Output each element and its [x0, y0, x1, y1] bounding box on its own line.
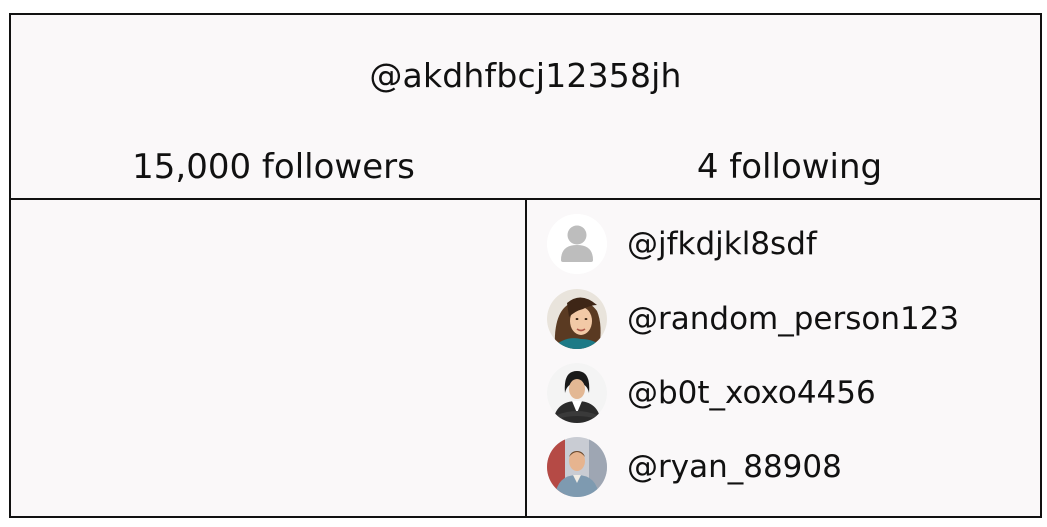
- following-item[interactable]: @b0t_xoxo4456: [547, 362, 876, 424]
- businesswoman-photo-avatar: [547, 363, 607, 423]
- following-username: @ryan_88908: [627, 448, 842, 485]
- following-item[interactable]: @random_person123: [547, 288, 959, 350]
- default-avatar-icon: [547, 214, 607, 274]
- following-username: @b0t_xoxo4456: [627, 374, 876, 411]
- following-list: @jfkdjkl8sdf @random_person123 @b0t_xoxo…: [527, 200, 1040, 518]
- following-username: @random_person123: [627, 300, 960, 337]
- profile-card: @akdhfbcj12358jh 15,000 followers 4 foll…: [9, 13, 1042, 518]
- profile-handle: @akdhfbcj12358jh: [369, 56, 682, 95]
- woman-photo-avatar: [547, 289, 607, 349]
- man-photo-avatar: [547, 437, 607, 497]
- following-count[interactable]: 4 following: [537, 150, 1042, 184]
- following-item[interactable]: @ryan_88908: [547, 436, 842, 498]
- following-item[interactable]: @jfkdjkl8sdf: [547, 213, 817, 275]
- followers-list: [11, 200, 525, 518]
- following-username: @jfkdjkl8sdf: [627, 225, 817, 262]
- followers-count[interactable]: 15,000 followers: [11, 150, 536, 184]
